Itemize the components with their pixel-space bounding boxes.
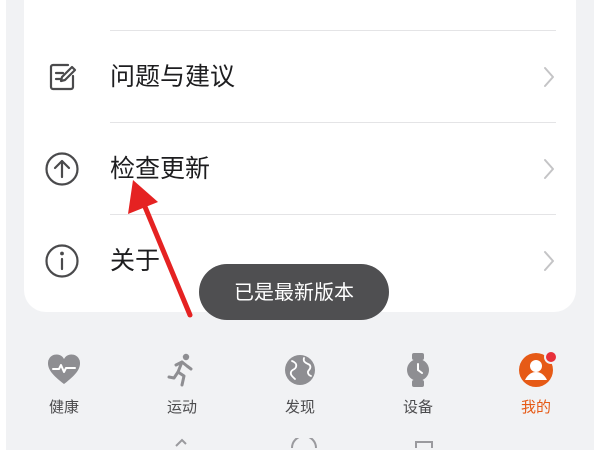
bottom-tab-bar: 健康 运动 发现 设备 我的 (6, 340, 594, 430)
tab-label: 发现 (284, 398, 315, 416)
chevron-right-icon (542, 65, 556, 89)
chevron-right-icon (542, 157, 556, 181)
partial-icons-row (175, 438, 433, 449)
tab-label: 健康 (48, 398, 79, 416)
tab-health[interactable]: 健康 (14, 350, 114, 424)
feedback-icon (44, 59, 80, 95)
info-icon (44, 243, 80, 279)
tab-devices[interactable]: 设备 (368, 350, 468, 424)
menu-item-feedback[interactable]: 问题与建议 (24, 31, 576, 123)
tab-label: 我的 (520, 398, 551, 416)
menu-item-label: 关于 (110, 246, 161, 275)
menu-item-label: 问题与建议 (110, 62, 236, 91)
tab-label: 运动 (166, 398, 197, 416)
arrow-up-circle-icon (44, 151, 80, 187)
tab-exercise[interactable]: 运动 (132, 350, 232, 424)
profile-icon (516, 350, 558, 390)
running-icon (162, 350, 202, 390)
screen: 问题与建议 检查更新 关于 健康 运动 发现 设备 我的 (6, 0, 594, 450)
chevron-right-icon (542, 249, 556, 273)
tab-me[interactable]: 我的 (486, 350, 586, 424)
tab-label: 设备 (402, 398, 433, 416)
menu-item-check-update[interactable]: 检查更新 (24, 123, 576, 215)
globe-icon (280, 350, 320, 390)
menu-item-label: 检查更新 (110, 154, 211, 183)
notification-badge (544, 350, 558, 364)
watch-icon (398, 350, 438, 390)
tab-discover[interactable]: 发现 (250, 350, 350, 424)
heart-pulse-icon (44, 350, 84, 390)
toast-message: 已是最新版本 (199, 264, 389, 320)
